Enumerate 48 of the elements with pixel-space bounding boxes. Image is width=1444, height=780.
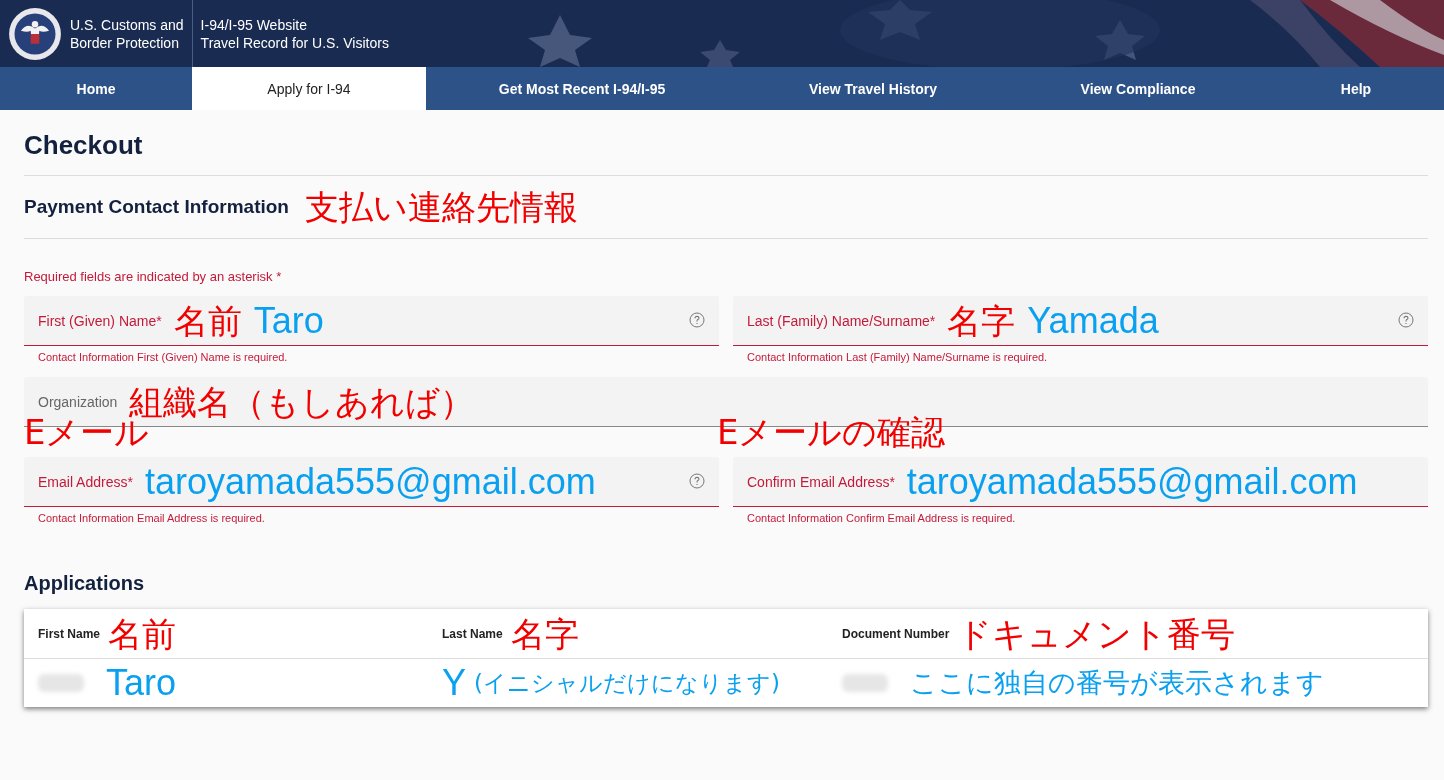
help-icon[interactable] bbox=[1398, 312, 1414, 328]
field-label: Confirm Email Address* bbox=[747, 473, 895, 490]
column-header: First Name bbox=[38, 626, 101, 641]
nav-tab[interactable]: View Compliance bbox=[1008, 67, 1268, 110]
column-header: Document Number bbox=[842, 626, 950, 641]
error-message: Contact Information Email Address is required. bbox=[37, 511, 266, 524]
annotation-text: 名字 bbox=[510, 613, 579, 654]
table-cell: Y bbox=[442, 663, 466, 703]
error-message: Contact Information Last (Family) Name/Surname is required. bbox=[746, 350, 1049, 363]
error-message: Contact Information Confirm Email Address is required. bbox=[746, 511, 1017, 524]
nav-tab[interactable]: Home bbox=[0, 67, 192, 110]
annotation-text: 名字 bbox=[947, 300, 1016, 341]
agency-name: U.S. Customs and bbox=[70, 15, 184, 34]
section-title: Applications bbox=[24, 572, 145, 595]
site-title: Travel Record for U.S. Visitors bbox=[200, 33, 389, 52]
site-title: I-94/I-95 Website bbox=[200, 15, 308, 34]
required-note: Required fields are indicated by an asterisk * bbox=[24, 269, 283, 284]
field-label: Organization bbox=[38, 393, 118, 410]
field-value: taroyamada555@gmail.com bbox=[906, 461, 1358, 502]
annotation-text: 名前 bbox=[108, 613, 177, 654]
table-cell: Taro bbox=[106, 663, 177, 703]
nav-tab[interactable]: Apply for I-94 bbox=[192, 67, 426, 110]
annotation-text: 支払い連絡先情報 bbox=[305, 187, 578, 227]
annotation-text: 名前 bbox=[173, 300, 242, 341]
field-value: Yamada bbox=[1027, 300, 1159, 341]
input-field[interactable]: Last (Family) Name/Surname* 名字 Yamada bbox=[733, 296, 1428, 346]
seal-icon[interactable] bbox=[8, 6, 62, 61]
field-label: Email Address* bbox=[38, 473, 133, 490]
table-cell-text: ここに独自の番号が表示されます bbox=[910, 666, 1324, 700]
nav-tab[interactable]: Help bbox=[1268, 67, 1444, 110]
column-header: Last Name bbox=[442, 626, 503, 641]
annotation-text: ドキュメント番号 bbox=[957, 613, 1236, 654]
input-field[interactable]: First (Given) Name* 名前 Taro bbox=[24, 296, 719, 346]
field-value: taroyamada555@gmail.com bbox=[144, 461, 596, 502]
field-label: First (Given) Name* bbox=[38, 312, 162, 329]
field-label: Last (Family) Name/Surname* bbox=[747, 312, 936, 329]
nav-tab[interactable]: Get Most Recent I-94/I-95 bbox=[426, 67, 738, 110]
nav-tab[interactable]: View Travel History bbox=[738, 67, 1008, 110]
error-message: Contact Information First (Given) Name is required. bbox=[37, 350, 289, 363]
help-icon[interactable] bbox=[689, 473, 705, 489]
agency-name: Border Protection bbox=[70, 33, 180, 52]
input-field[interactable]: Confirm Email Address* taroyamada555@gmail.com bbox=[733, 457, 1428, 507]
annotation-text: (イニシャルだけになります) bbox=[474, 669, 780, 698]
field-value: Taro bbox=[253, 300, 324, 341]
section-title: Payment Contact Information bbox=[24, 196, 289, 218]
input-field[interactable]: Email Address* taroyamada555@gmail.com bbox=[24, 457, 719, 507]
page-title: Checkout bbox=[24, 110, 1428, 176]
help-icon[interactable] bbox=[689, 312, 705, 328]
